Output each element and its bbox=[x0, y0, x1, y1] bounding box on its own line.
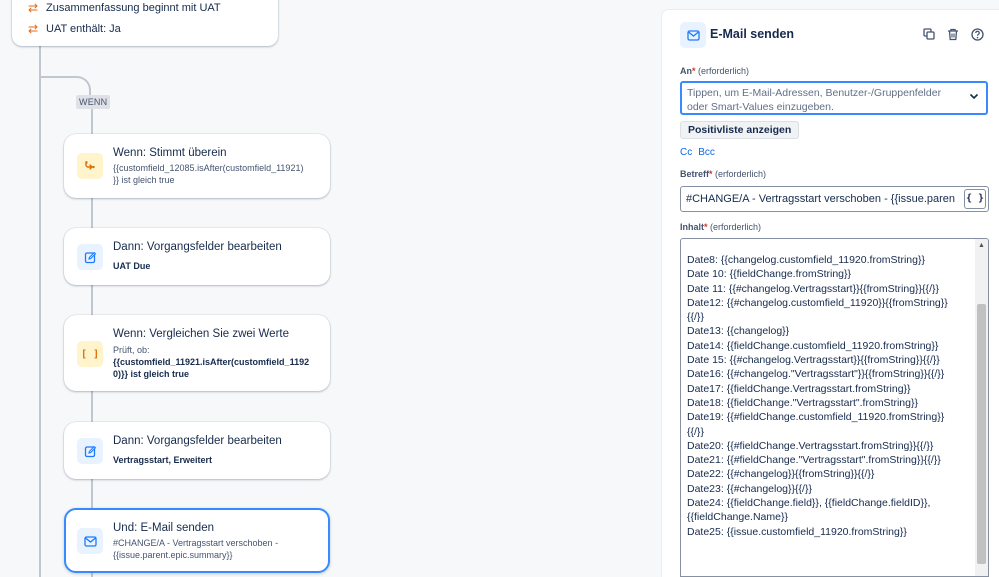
node-subtitle: {{customfield_11921.isAfter(customfield_… bbox=[113, 357, 310, 367]
body-line: {{/}} bbox=[687, 311, 704, 324]
body-line: Date22: {{#changelog}}{{fromString}}{{/}… bbox=[687, 468, 875, 481]
body-line: {{/}} bbox=[687, 425, 704, 438]
edit-icon bbox=[77, 438, 103, 464]
body-line: Date 10: {{fieldChange.fromString}} bbox=[687, 268, 852, 281]
subject-input[interactable]: #CHANGE/A - Vertragsstart verschoben - {… bbox=[680, 186, 989, 212]
swap-icon: ⇄ bbox=[27, 1, 39, 15]
to-label: An* (erforderlich) bbox=[680, 66, 750, 76]
email-config-panel: E-Mail senden An* (erforderlich) Tippen,… bbox=[662, 10, 999, 577]
to-placeholder: Tippen, um E-Mail-Adressen, Benutzer-/Gr… bbox=[687, 87, 942, 113]
body-line: Date16: {{#changelog."Vertragsstart"}}{{… bbox=[687, 368, 945, 381]
body-line: Date 11: {{#changelog.Vertragsstart}}{{f… bbox=[687, 282, 939, 295]
node-title: Dann: Vorgangsfelder bearbeiten bbox=[113, 435, 282, 447]
condition-text: Zusammenfassung beginnt mit UAT bbox=[46, 2, 221, 14]
show-allowlist-button[interactable]: Positivliste anzeigen bbox=[680, 121, 800, 139]
body-line: Date23: {{#changelog}}{{/}} bbox=[687, 482, 812, 495]
condition-summary-card[interactable]: ⇄ Zusammenfassung beginnt mit UAT ⇄ UAT … bbox=[12, 0, 278, 46]
body-line: Date24: {{fieldChange.field}}, {{fieldCh… bbox=[687, 497, 931, 510]
cc-bcc-links: Cc Bcc bbox=[680, 147, 715, 158]
subject-value: #CHANGE/A - Vertragsstart verschoben - {… bbox=[686, 193, 956, 205]
email-body-textarea[interactable]: Date8: {{changelog.customfield_11920.fro… bbox=[680, 238, 989, 577]
mail-icon bbox=[680, 22, 706, 48]
body-line: Date21: {{#fieldChange."Vertragsstart".f… bbox=[687, 454, 941, 467]
node-subtitle: 0)}} ist gleich true bbox=[113, 369, 190, 379]
smart-value-button[interactable]: { } bbox=[964, 189, 986, 209]
delete-icon[interactable] bbox=[945, 25, 961, 43]
panel-title: E-Mail senden bbox=[710, 27, 795, 41]
node-subtitle: {{customfield_12085.isAfter(customfield_… bbox=[113, 163, 304, 173]
branch-icon bbox=[77, 153, 103, 179]
condition-row: ⇄ Zusammenfassung beginnt mit UAT bbox=[26, 1, 221, 15]
node-subtitle: Prüft, ob: bbox=[113, 345, 150, 355]
body-line: Date12: {{#changelog.customfield_11920}}… bbox=[687, 296, 948, 309]
body-line: Date13: {{changelog}} bbox=[687, 325, 790, 338]
bcc-link[interactable]: Bcc bbox=[698, 147, 715, 158]
body-line: Date17: {{fieldChange.Vertragsstart.from… bbox=[687, 382, 911, 395]
condition-row: ⇄ UAT enthält: Ja bbox=[26, 22, 121, 36]
rule-canvas: ⇄ Zusammenfassung beginnt mit UAT ⇄ UAT … bbox=[0, 0, 660, 577]
mail-icon bbox=[77, 528, 103, 554]
node-subtitle: }} ist gleich true bbox=[113, 175, 175, 185]
flow-node-edit-fields[interactable]: Dann: Vorgangsfelder bearbeiten Vertrags… bbox=[64, 422, 330, 479]
node-title: Dann: Vorgangsfelder bearbeiten bbox=[113, 241, 282, 253]
body-line: Date25: {{issue.customfield_11920.fromSt… bbox=[687, 525, 907, 538]
node-title: Wenn: Vergleichen Sie zwei Werte bbox=[113, 328, 289, 340]
scrollbar-thumb[interactable] bbox=[977, 304, 986, 564]
body-line: Date18: {{fieldChange."Vertragsstart".fr… bbox=[687, 396, 919, 409]
swap-icon: ⇄ bbox=[27, 22, 39, 36]
subject-label: Betreff* (erforderlich) bbox=[680, 169, 767, 179]
node-subtitle: Vertragsstart, Erweitert bbox=[113, 455, 213, 465]
edit-icon bbox=[77, 244, 103, 270]
node-subtitle: #CHANGE/A - Vertragsstart verschoben - bbox=[113, 538, 279, 548]
body-line: {{fieldChange.Name}} bbox=[687, 511, 788, 524]
flow-node-compare-values[interactable]: [ ] Wenn: Vergleichen Sie zwei Werte Prü… bbox=[64, 315, 330, 391]
body-line: Date 15: {{#changelog.Vertragsstart}}{{f… bbox=[687, 354, 940, 367]
body-line: Date20: {{#fieldChange.Vertragsstart.fro… bbox=[687, 439, 934, 452]
email-body-content: Date8: {{changelog.customfield_11920.fro… bbox=[687, 253, 969, 539]
body-label: Inhalt* (erforderlich) bbox=[680, 222, 762, 232]
node-title: Und: E-Mail senden bbox=[113, 522, 214, 534]
compare-icon: [ ] bbox=[77, 341, 103, 367]
node-title: Wenn: Stimmt überein bbox=[113, 147, 227, 159]
flow-node-send-email[interactable]: Und: E-Mail senden #CHANGE/A - Vertragss… bbox=[64, 508, 330, 573]
to-recipients-input[interactable]: Tippen, um E-Mail-Adressen, Benutzer-/Gr… bbox=[680, 81, 988, 115]
chevron-down-icon[interactable] bbox=[969, 92, 979, 103]
condition-text: UAT enthält: Ja bbox=[46, 23, 121, 35]
node-subtitle: UAT Due bbox=[113, 261, 151, 271]
duplicate-icon[interactable] bbox=[921, 25, 937, 43]
connector-main bbox=[39, 46, 41, 577]
body-line: Date14: {{fieldChange.customfield_11920.… bbox=[687, 339, 939, 352]
cc-link[interactable]: Cc bbox=[680, 147, 692, 158]
scroll-up-icon[interactable]: ▲ bbox=[977, 242, 986, 250]
branch-badge: WENN bbox=[76, 95, 111, 109]
flow-node-condition-match[interactable]: Wenn: Stimmt überein {{customfield_12085… bbox=[64, 134, 330, 198]
node-subtitle: {{issue.parent.epic.summary}} bbox=[113, 550, 233, 560]
body-line: Date8: {{changelog.customfield_11920.fro… bbox=[687, 254, 925, 266]
body-line: Date19: {{#fieldChange.customfield_11920… bbox=[687, 411, 945, 424]
flow-node-edit-fields[interactable]: Dann: Vorgangsfelder bearbeiten UAT Due bbox=[64, 228, 330, 285]
help-icon[interactable] bbox=[969, 25, 985, 43]
scrollbar[interactable]: ▲ bbox=[975, 239, 988, 576]
